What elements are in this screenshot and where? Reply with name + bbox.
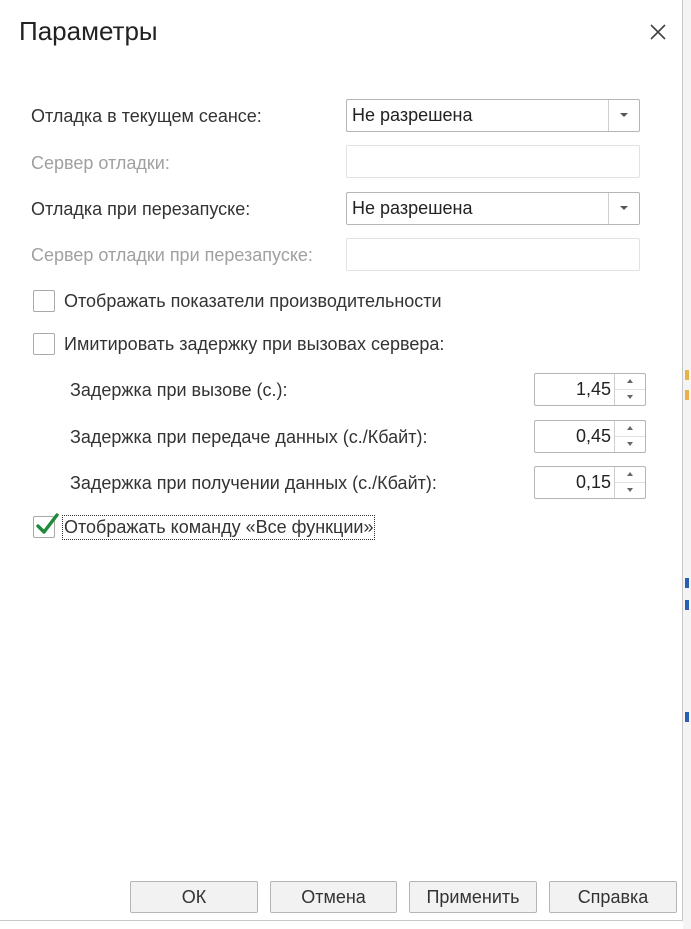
delay-receive-value: 0,15 [575,472,611,492]
debug-server-input[interactable] [346,145,640,178]
background-edge-mark [685,390,689,400]
background-edge-mark [685,712,689,722]
simulate-delay-checkbox[interactable] [33,333,55,355]
background-edge-mark [685,370,689,380]
chevron-up-icon [627,426,633,430]
delay-call-stepper[interactable]: 1,45 [534,373,646,406]
chevron-down-icon [620,113,628,117]
debug-server-restart-input[interactable] [346,238,640,271]
debug-current-value: Не разрешена [352,105,473,125]
delay-send-value: 0,45 [575,426,611,446]
close-button[interactable] [642,16,674,48]
checkmark-icon [36,513,59,534]
dialog-title: Параметры [19,16,158,46]
debug-restart-dropdown-button[interactable] [608,193,639,224]
show-performance-label[interactable]: Отображать показатели производительности [64,291,442,312]
chevron-down-icon [627,488,633,492]
debug-server-restart-label: Сервер отладки при перезапуске: [31,245,313,265]
delay-call-arrows [614,374,645,405]
delay-call-increment-button[interactable] [615,374,645,390]
debug-current-dropdown-button[interactable] [608,100,639,131]
delay-call-label: Задержка при вызове (с.): [70,380,288,400]
chevron-down-icon [627,442,633,446]
delay-send-stepper[interactable]: 0,45 [534,420,646,453]
help-button[interactable]: Справка [549,881,677,913]
chevron-down-icon [627,395,633,399]
delay-receive-label: Задержка при получении данных (с./Кбайт)… [70,473,437,493]
debug-restart-select[interactable]: Не разрешена [346,192,640,225]
background-edge-mark [685,600,689,610]
background-window-edge [683,0,691,929]
debug-restart-value: Не разрешена [352,198,473,218]
delay-receive-stepper[interactable]: 0,15 [534,466,646,499]
chevron-up-icon [627,472,633,476]
delay-call-value: 1,45 [575,379,611,399]
delay-send-arrows [614,421,645,452]
delay-send-decrement-button[interactable] [615,437,645,452]
chevron-down-icon [620,206,628,210]
delay-receive-increment-button[interactable] [615,467,645,483]
close-icon [650,24,666,40]
delay-send-increment-button[interactable] [615,421,645,437]
debug-current-select[interactable]: Не разрешена [346,99,640,132]
apply-button[interactable]: Применить [409,881,537,913]
background-edge-mark [685,578,689,588]
debug-restart-label: Отладка при перезапуске: [31,199,251,219]
cancel-button[interactable]: Отмена [270,881,397,913]
delay-send-label: Задержка при передаче данных (с./Кбайт): [70,427,428,447]
parameters-dialog: Параметры Отладка в текущем сеансе: Не р… [0,0,683,921]
chevron-up-icon [627,379,633,383]
ok-button[interactable]: ОК [130,881,258,913]
simulate-delay-label[interactable]: Имитировать задержку при вызовах сервера… [64,334,444,355]
show-all-functions-label[interactable]: Отображать команду «Все функции» [61,515,376,540]
show-performance-checkbox[interactable] [33,290,55,312]
delay-receive-arrows [614,467,645,498]
debug-server-label: Сервер отладки: [31,153,170,173]
debug-current-label: Отладка в текущем сеансе: [31,106,262,126]
delay-call-decrement-button[interactable] [615,390,645,405]
show-all-functions-checkbox[interactable] [33,513,59,538]
delay-receive-decrement-button[interactable] [615,483,645,498]
